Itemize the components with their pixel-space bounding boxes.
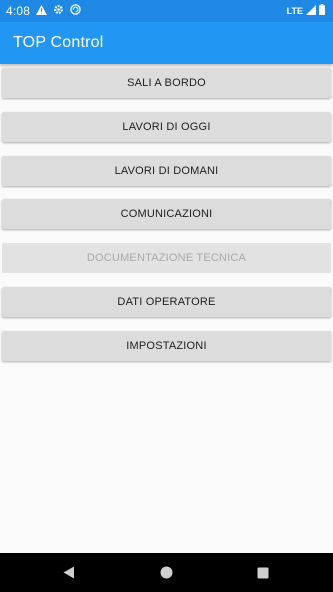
network-type: LTE [286,6,303,16]
navigation-bar [0,553,333,592]
signal-icon [306,4,316,18]
warning-icon [36,4,48,18]
status-bar: 4:08 LTE [0,0,333,22]
battery-icon [319,4,325,18]
app-bar: TOP Control [0,22,333,64]
home-icon[interactable] [146,553,186,592]
app-title: TOP Control [13,34,104,51]
dati-operatore-button[interactable]: DATI OPERATORE [2,286,331,317]
impostazioni-button[interactable]: IMPOSTAZIONI [2,330,331,361]
comunicazioni-button[interactable]: COMUNICAZIONI [2,199,331,230]
main-menu: SALI A BORDO LAVORI DI OGGI LAVORI DI DO… [2,68,331,375]
recents-icon[interactable] [243,553,283,592]
lavori-di-oggi-button[interactable]: LAVORI DI OGGI [2,111,331,142]
back-icon[interactable] [49,553,89,592]
settings-icon [53,4,64,18]
documentazione-tecnica-button: DOCUMENTAZIONE TECNICA [2,243,331,274]
lavori-di-domani-button[interactable]: LAVORI DI DOMANI [2,155,331,186]
sali-a-bordo-button[interactable]: SALI A BORDO [2,68,331,98]
sync-icon [70,4,81,18]
status-time: 4:08 [6,4,31,18]
